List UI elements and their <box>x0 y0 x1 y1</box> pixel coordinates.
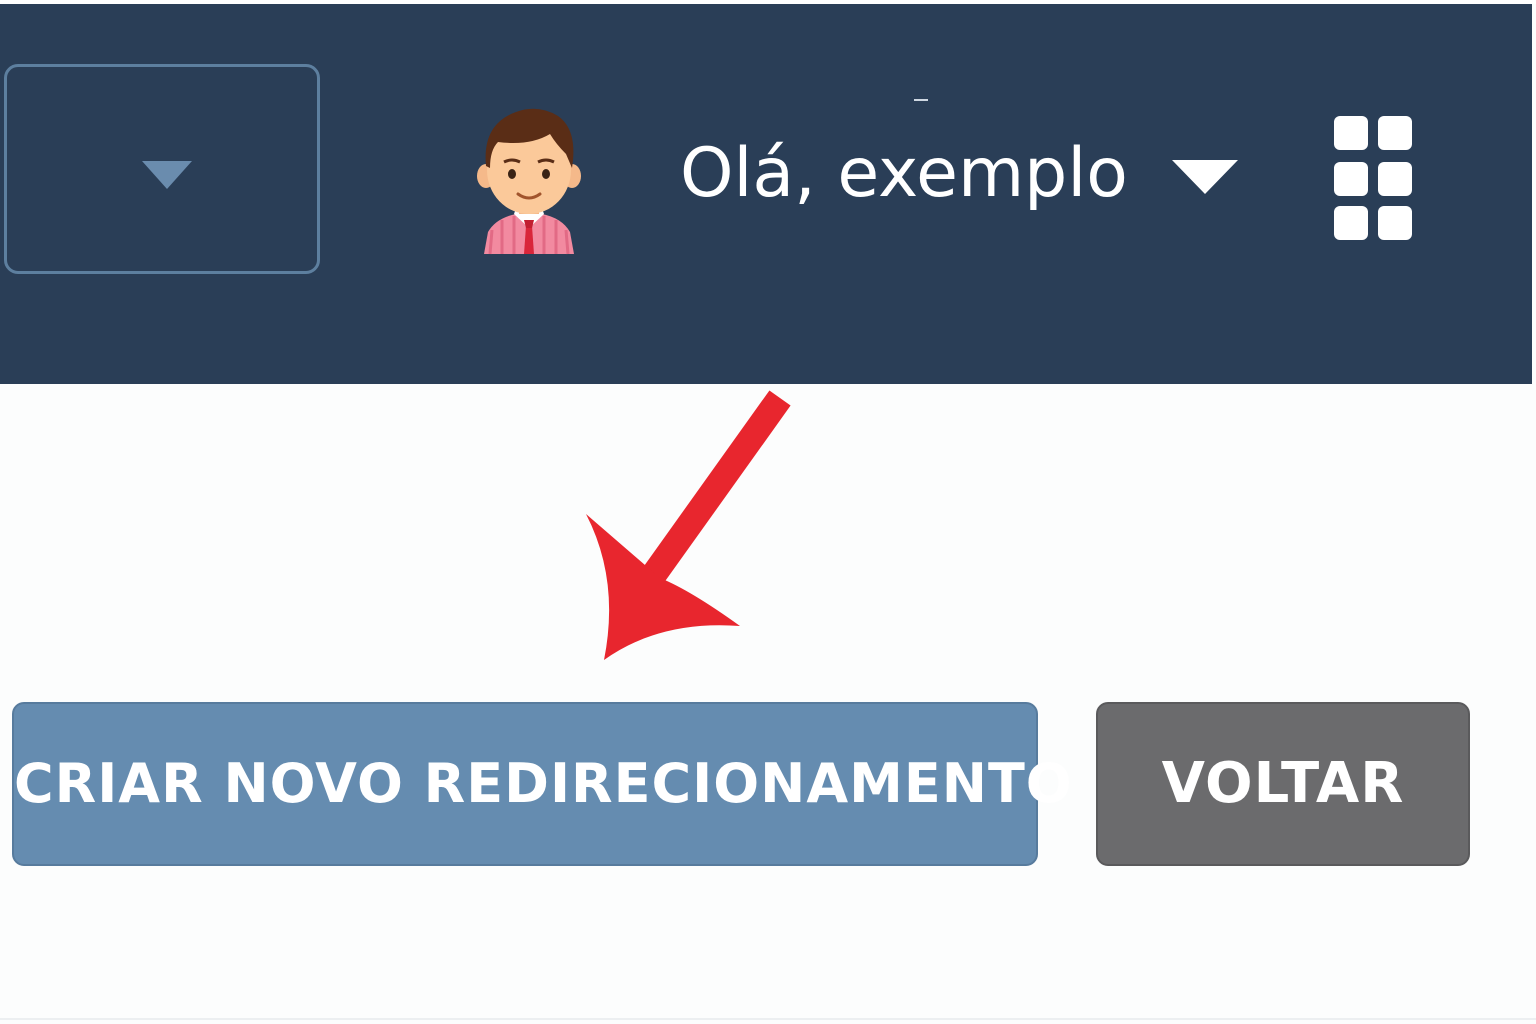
create-redirect-button[interactable]: CRIAR NOVO REDIRECIONAMENTO <box>12 702 1072 866</box>
user-greeting[interactable]: Olá, exemplo <box>680 134 1128 214</box>
divider <box>914 99 928 101</box>
back-button[interactable]: VOLTAR <box>1096 702 1470 866</box>
page: Olá, exemplo CRIAR NOVO REDIRECIONAMENTO… <box>0 0 1536 1024</box>
divider <box>0 1018 1536 1020</box>
red-arrow-icon <box>586 390 791 660</box>
grid-apps-icon[interactable] <box>1334 116 1414 242</box>
grid-cell <box>1378 206 1412 240</box>
top-header: Olá, exemplo <box>0 4 1532 384</box>
caret-down-icon <box>142 161 192 189</box>
grid-cell <box>1334 206 1368 240</box>
caret-down-icon[interactable] <box>1172 160 1238 194</box>
grid-cell <box>1334 116 1368 150</box>
grid-cell <box>1378 162 1412 196</box>
grid-cell <box>1334 162 1368 196</box>
man-avatar-icon[interactable] <box>476 104 582 256</box>
header-dropdown[interactable] <box>4 64 320 274</box>
grid-cell <box>1378 116 1412 150</box>
